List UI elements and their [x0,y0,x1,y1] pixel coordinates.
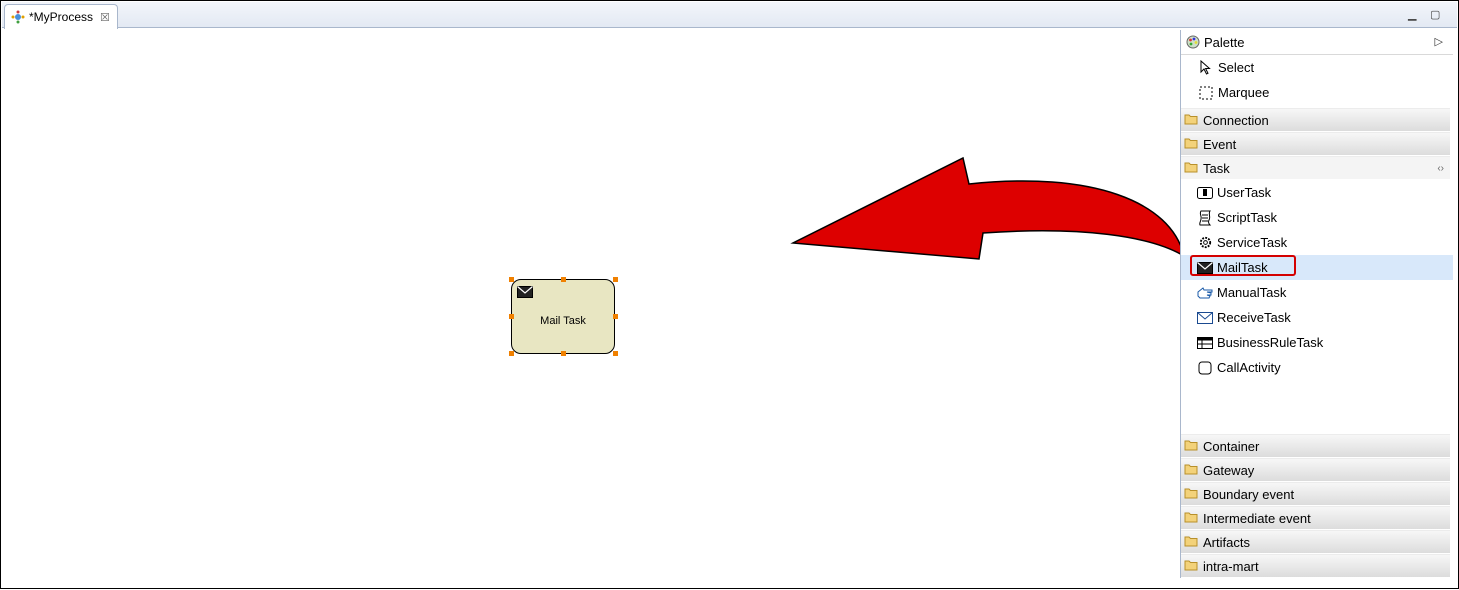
drawer-label: Boundary event [1203,486,1295,502]
marquee-icon [1198,85,1214,101]
palette-item-manualtask[interactable]: ManualTask [1181,280,1453,305]
item-label: ServiceTask [1217,235,1288,250]
tool-label: Marquee [1218,85,1270,100]
drawer-container[interactable]: Container [1181,434,1450,457]
drawer-connection[interactable]: Connection [1181,108,1450,131]
palette-item-receivetask[interactable]: ReceiveTask [1181,305,1453,330]
folder-icon [1184,535,1199,550]
selection-handle[interactable] [613,351,618,356]
folder-icon [1184,137,1199,152]
palette-item-callactivity[interactable]: CallActivity [1181,355,1453,380]
tab-title: *MyProcess [29,10,94,24]
palette-item-scripttask[interactable]: ScriptTask [1181,205,1453,230]
palette-item-businessruletask[interactable]: BusinessRuleTask [1181,330,1453,355]
palette-panel: Palette ▷ Select Marquee Connection Even… [1180,30,1453,578]
folder-icon [1184,559,1199,574]
user-task-icon [1197,185,1213,201]
tab-myprocess[interactable]: *MyProcess ☒ [4,4,118,29]
cursor-arrow-icon [1198,60,1214,76]
highlight-box [1190,255,1296,276]
selection-handle[interactable] [509,314,514,319]
palette-item-mailtask[interactable]: MailTask [1181,255,1453,280]
drawer-boundary-event[interactable]: Boundary event [1181,482,1450,505]
folder-icon [1184,463,1199,478]
drawer-gateway[interactable]: Gateway [1181,458,1450,481]
envelope-outline-icon [1197,310,1213,326]
tool-marquee[interactable]: Marquee [1181,80,1453,105]
folder-icon [1184,439,1199,454]
palette-header: Palette ▷ [1181,30,1453,55]
palette-item-servicetask[interactable]: ServiceTask [1181,230,1453,255]
hand-icon [1197,285,1213,301]
process-icon [10,9,26,25]
editor-tab-bar: *MyProcess ☒ ▁ ▢ [2,2,1457,29]
pin-icon[interactable]: ‹› [1437,163,1444,174]
drawer-label: Gateway [1203,462,1255,478]
drawer-label: Connection [1203,112,1269,128]
item-label: UserTask [1217,185,1272,200]
drawer-label: Intermediate event [1203,510,1311,526]
selection-handle[interactable] [613,314,618,319]
drawer-label: Task [1203,160,1230,176]
maximize-icon[interactable]: ▢ [1430,8,1440,21]
selection-handle[interactable] [509,351,514,356]
palette-item-usertask[interactable]: UserTask [1181,180,1453,205]
collapse-palette-icon[interactable]: ▷ [1435,35,1443,48]
folder-icon [1184,113,1199,128]
selection-handle[interactable] [561,277,566,282]
item-label: ManualTask [1217,285,1287,300]
folder-icon [1184,511,1199,526]
table-icon [1197,335,1213,351]
script-task-icon [1197,210,1213,226]
rounded-square-icon [1197,360,1213,376]
selection-handle[interactable] [561,351,566,356]
drawer-artifacts[interactable]: Artifacts [1181,530,1450,553]
drawer-intra-mart[interactable]: intra-mart [1181,554,1450,577]
folder-open-icon [1184,161,1199,176]
item-label: ScriptTask [1217,210,1277,225]
drawer-label: Container [1203,438,1260,454]
item-label: ReceiveTask [1217,310,1291,325]
tool-label: Select [1218,60,1255,75]
gear-icon [1197,235,1213,251]
tool-select[interactable]: Select [1181,55,1453,80]
envelope-icon [517,286,533,301]
drawer-task[interactable]: Task ‹› [1181,156,1450,179]
palette-icon [1186,35,1200,49]
item-label: BusinessRuleTask [1217,335,1324,350]
drawer-label: intra-mart [1203,558,1259,574]
folder-icon [1184,487,1199,502]
drawer-label: Artifacts [1203,534,1250,550]
minimize-icon[interactable]: ▁ [1408,8,1416,21]
selection-handle[interactable] [613,277,618,282]
close-icon[interactable]: ☒ [100,11,110,24]
drawer-label: Event [1203,136,1237,152]
selection-handle[interactable] [509,277,514,282]
item-label: CallActivity [1217,360,1281,375]
drawer-event[interactable]: Event [1181,132,1450,155]
drawer-intermediate-event[interactable]: Intermediate event [1181,506,1450,529]
mail-task-node[interactable]: Mail Task [511,279,615,354]
task-label: Mail Task [540,315,586,327]
palette-title: Palette [1204,34,1245,50]
editor-window: *MyProcess ☒ ▁ ▢ Mail Task Palette ▷ Sel… [0,0,1459,589]
